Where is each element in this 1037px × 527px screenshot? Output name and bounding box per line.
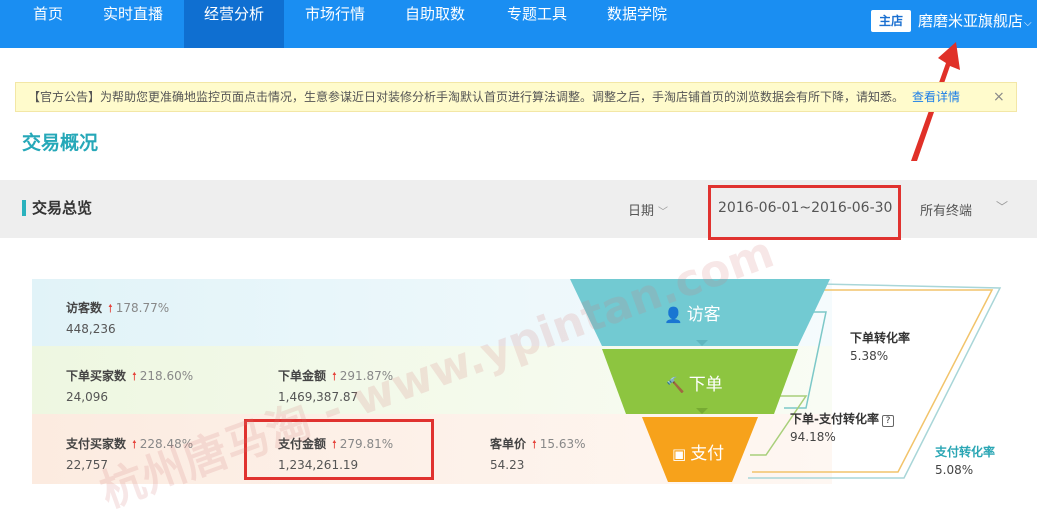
terminal-dropdown[interactable]: 所有终端 [920, 200, 972, 219]
rate-label: 下单转化率 [850, 331, 911, 345]
rate-label: 下单-支付转化率 [790, 412, 879, 426]
section-accent [22, 200, 26, 216]
arrow-up-icon: 🠕 [132, 370, 137, 383]
date-label: 日期 [628, 204, 655, 219]
nav-self-service-data[interactable]: 自助取数 [390, 0, 480, 48]
announcement-details-link[interactable]: 查看详情 [912, 83, 960, 111]
metric-label: 访客数 [66, 301, 103, 315]
nav-tools[interactable]: 专题工具 [492, 0, 582, 48]
funnel-label-pay: ▣ 支付 [672, 439, 724, 464]
rate-order-conversion: 下单转化率 5.38% [850, 329, 910, 363]
shop-name-dropdown[interactable]: 磨磨米亚旗舰店⌵ [918, 10, 1032, 35]
rate-value: 94.18% [790, 430, 836, 444]
nav-business-analysis[interactable]: 经营分析 [184, 0, 284, 48]
funnel-text: 支付 [690, 444, 725, 464]
metric-value: 448,236 [66, 322, 116, 336]
metric-rate: 178.77% [115, 301, 170, 315]
wallet-icon: ▣ [672, 445, 687, 463]
nav-home[interactable]: 首页 [18, 0, 78, 48]
funnel-text: 下单 [688, 375, 723, 395]
top-navigation: 首页 实时直播 经营分析 市场行情 自助取数 专题工具 数据学院 主店 磨磨米亚… [0, 0, 1037, 48]
metric-visitors: 访客数 🠕 178.77% 448,236 [66, 299, 169, 336]
help-icon[interactable]: ? [881, 415, 894, 427]
shop-name-text: 磨磨米亚旗舰店 [918, 12, 1024, 30]
page-title: 交易概况 [22, 132, 99, 154]
rate-label: 支付转化率 [935, 445, 996, 459]
chevron-down-icon: ﹀ [996, 200, 1009, 214]
shop-badge: 主店 [871, 10, 911, 32]
announcement-bar: 【官方公告】为帮助您更准确地监控页面点击情况，生意参谋近日对装修分析手淘默认首页… [15, 82, 1017, 112]
hammer-icon: 🔨 [666, 376, 685, 394]
announcement-text: 【官方公告】为帮助您更准确地监控页面点击情况，生意参谋近日对装修分析手淘默认首页… [28, 90, 905, 104]
date-dropdown[interactable]: 日期 ﹀ [628, 200, 668, 219]
metric-label: 客单价 [490, 437, 527, 451]
arrow-up-icon: 🠕 [532, 438, 537, 451]
close-icon[interactable]: × [993, 83, 1005, 111]
rate-value: 5.38% [850, 349, 889, 363]
rate-value: 5.08% [935, 463, 974, 477]
metric-label: 下单买家数 [66, 369, 127, 383]
nav-academy[interactable]: 数据学院 [592, 0, 682, 48]
metric-value: 24,096 [66, 390, 108, 404]
metric-rate: 218.60% [139, 369, 194, 383]
nav-live[interactable]: 实时直播 [88, 0, 178, 48]
metric-order-buyers: 下单买家数 🠕 218.60% 24,096 [66, 367, 193, 404]
rate-pay-conversion: 支付转化率 5.08% [935, 443, 995, 477]
funnel-label-order: 🔨 下单 [666, 370, 723, 395]
nav-market[interactable]: 市场行情 [290, 0, 380, 48]
arrow-up-icon: 🠕 [108, 302, 113, 315]
chevron-down-icon: ⌵ [1024, 18, 1032, 29]
rate-label-wrap: 下单-支付转化率? [790, 410, 894, 427]
rate-order-pay-conversion: 下单-支付转化率? 94.18% [790, 410, 894, 444]
chevron-down-icon: ﹀ [658, 207, 669, 218]
section-title: 交易总览 [32, 199, 93, 217]
